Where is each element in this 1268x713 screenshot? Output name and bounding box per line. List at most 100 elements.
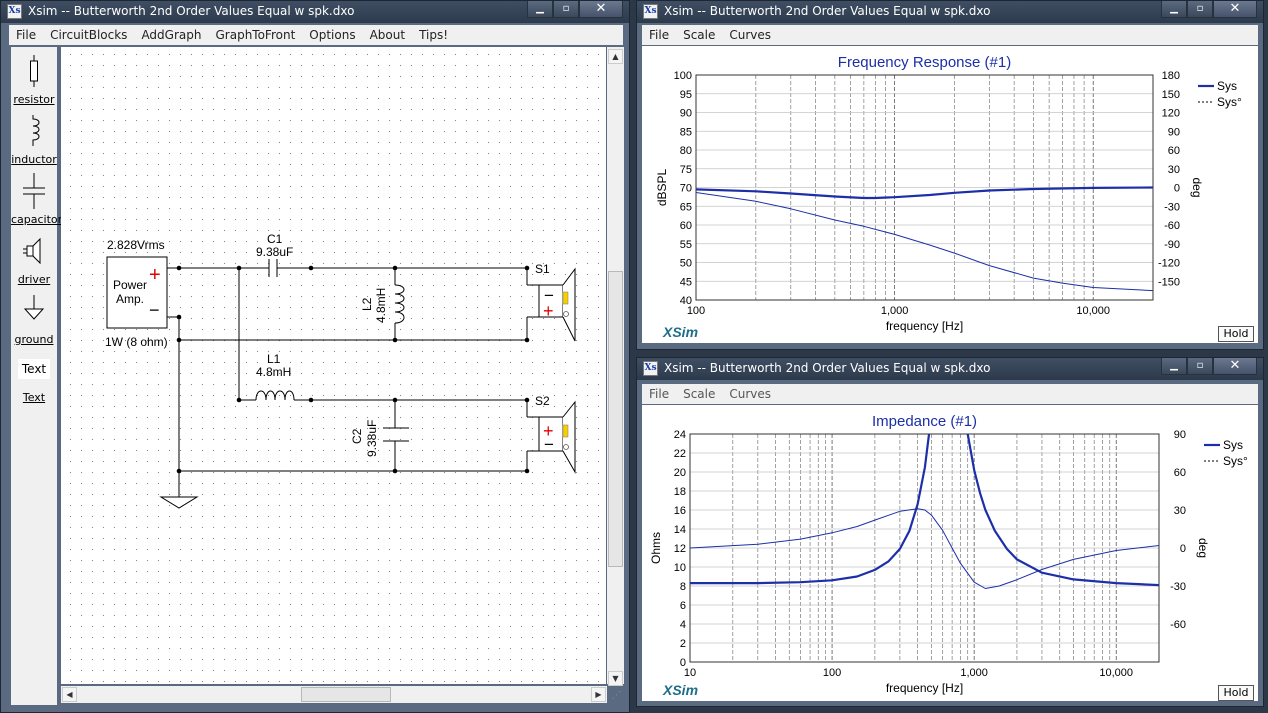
schematic-titlebar[interactable]: Xs Xsim -- Butterworth 2nd Order Values … (1, 1, 629, 23)
tool-resistor[interactable]: resistor (11, 53, 57, 109)
imp-hold-button[interactable]: Hold (1218, 685, 1254, 701)
xsim-watermark: XSim (662, 324, 698, 340)
s2-warning-icon (562, 424, 569, 450)
menu-graphtofront[interactable]: GraphToFront (208, 28, 302, 42)
speaker-s1-cone (562, 267, 576, 342)
schematic-vertical-scrollbar[interactable]: ▲ ▼ (607, 47, 624, 686)
y2-tick-label: 60 (1174, 467, 1186, 479)
y2-axis-label: deg (1196, 538, 1210, 558)
resistor-icon (30, 55, 38, 87)
window-title: Xsim -- Butterworth 2nd Order Values Equ… (28, 4, 355, 18)
freq-titlebar[interactable]: Xs Xsim -- Butterworth 2nd Order Values … (637, 1, 1263, 23)
close-button[interactable]: ✕ (579, 1, 623, 18)
y-tick-label: 14 (674, 524, 686, 536)
freq-menu-file[interactable]: File (642, 28, 676, 42)
imp-maximize-button[interactable]: ▫ (1187, 358, 1213, 375)
x-tick-label: 1,000 (960, 667, 988, 679)
tool-resistor-label: resistor (13, 93, 55, 106)
scroll-right-button[interactable]: ▶ (591, 687, 606, 702)
scroll-up-button[interactable]: ▲ (608, 49, 623, 64)
y2-tick-label: 120 (1162, 108, 1180, 120)
maximize-button[interactable]: ▫ (553, 1, 579, 18)
x-tick-label: 100 (687, 305, 705, 317)
menu-addgraph[interactable]: AddGraph (134, 28, 208, 42)
freq-minimize-button[interactable]: ▁ (1161, 1, 1187, 18)
horizontal-scroll-thumb[interactable] (301, 687, 391, 702)
y-tick-label: 12 (674, 543, 686, 555)
menu-file[interactable]: File (9, 28, 43, 42)
schematic-horizontal-scrollbar[interactable]: ◀ ▶ (61, 686, 607, 703)
resize-grip-icon[interactable]: ⋰ (609, 688, 624, 703)
imp-menu-scale[interactable]: Scale (676, 387, 722, 401)
tool-capacitor[interactable]: capacitor (11, 173, 62, 229)
y2-tick-label: 180 (1162, 70, 1180, 82)
l1-value: 4.8mH (256, 365, 291, 379)
l1-name: L1 (267, 352, 281, 366)
speaker-icon (23, 237, 41, 265)
freq-window-title: Xsim -- Butterworth 2nd Order Values Equ… (664, 4, 991, 18)
chart-title: Frequency Response (#1) (838, 54, 1011, 71)
y2-tick-label: -60 (1164, 220, 1180, 232)
imp-menu-curves[interactable]: Curves (722, 387, 778, 401)
menu-circuitblocks[interactable]: CircuitBlocks (43, 28, 134, 42)
source-voltage-label: 2.828Vrms (107, 238, 165, 252)
y-tick-label: 75 (680, 164, 692, 176)
tool-inductor[interactable]: inductor (11, 113, 57, 169)
legend-label: Sys (1217, 79, 1237, 93)
x-tick-label: 10 (684, 667, 696, 679)
menu-tips[interactable]: Tips! (412, 28, 455, 42)
amp-rating-label: 1W (8 ohm) (105, 335, 168, 349)
c1-name: C1 (267, 232, 283, 246)
y-tick-label: 100 (674, 70, 692, 82)
tool-driver-label: driver (17, 273, 51, 286)
freq-graph-pane: 40 45 50 55 60 65 70 75 80 85 90 95 100 -150 -120 -90 -6… (642, 46, 1258, 343)
xsim-app-icon: Xs (643, 4, 658, 19)
imp-minimize-button[interactable]: ▁ (1161, 358, 1187, 375)
frequency-response-window: Xs Xsim -- Butterworth 2nd Order Values … (636, 0, 1264, 350)
freq-hold-button[interactable]: Hold (1218, 326, 1254, 342)
y2-tick-label: 30 (1174, 505, 1186, 517)
y-tick-label: 4 (680, 619, 686, 631)
y-tick-label: 95 (680, 89, 692, 101)
c1-value: 9.38uF (256, 245, 293, 259)
imp-close-button[interactable]: ✕ (1213, 358, 1257, 375)
imp-titlebar[interactable]: Xs Xsim -- Butterworth 2nd Order Values … (637, 358, 1263, 380)
freq-maximize-button[interactable]: ▫ (1187, 1, 1213, 18)
y-tick-label: 80 (680, 145, 692, 157)
tool-ground[interactable]: ground (11, 293, 57, 349)
imp-menu-file[interactable]: File (642, 387, 676, 401)
impedance-chart: 024681012141618202224-60-30030609010 100 1… (649, 413, 1248, 698)
menu-about[interactable]: About (363, 28, 412, 42)
freq-menu-curves[interactable]: Curves (722, 28, 778, 42)
legend-label: Sys (1223, 438, 1243, 452)
amp-label-line2: Amp. (116, 292, 144, 306)
vertical-scroll-thumb[interactable] (608, 271, 623, 567)
y2-tick-label: -30 (1164, 201, 1180, 213)
y2-tick-label: 90 (1174, 429, 1186, 441)
menu-options[interactable]: Options (302, 28, 362, 42)
s1-name: S1 (535, 262, 550, 276)
scroll-down-button[interactable]: ▼ (608, 671, 623, 686)
tool-ground-label: ground (14, 333, 54, 346)
text-icon: Text (18, 359, 50, 379)
tool-text[interactable]: Text Text (11, 353, 57, 409)
minimize-button[interactable]: ▁ (527, 1, 553, 18)
y-tick-label: 45 (680, 276, 692, 288)
chart-title: Impedance (#1) (872, 413, 977, 430)
scroll-left-button[interactable]: ◀ (62, 687, 77, 702)
freq-close-button[interactable]: ✕ (1213, 1, 1257, 18)
freq-menu-scale[interactable]: Scale (676, 28, 722, 42)
imp-window-title: Xsim -- Butterworth 2nd Order Values Equ… (664, 361, 991, 375)
s1-warning-icon (562, 291, 569, 317)
x-tick-label: 100 (823, 667, 841, 679)
tool-inductor-label: inductor (11, 153, 57, 166)
series-line-sys-phase (690, 508, 1159, 589)
amp-plus-sign: + (149, 264, 161, 286)
y2-tick-label: 30 (1168, 164, 1180, 176)
schematic-drawing: + − − + + − 2.828Vrms Power Amp. 1W (8 o… (105, 232, 576, 509)
tool-driver[interactable]: driver (11, 233, 57, 289)
imp-graph-pane: 0 2 4 6 8 10 12 14 16 18 20 22 24 -60 -30 0 30 60 90 10 100 1… (642, 405, 1258, 701)
xsim-watermark: XSim (662, 682, 698, 698)
schematic-window: Xs Xsim -- Butterworth 2nd Order Values … (0, 0, 630, 713)
schematic-canvas[interactable]: + − − + + − 2.828Vrms Power Amp. 1W (8 o… (61, 47, 606, 684)
